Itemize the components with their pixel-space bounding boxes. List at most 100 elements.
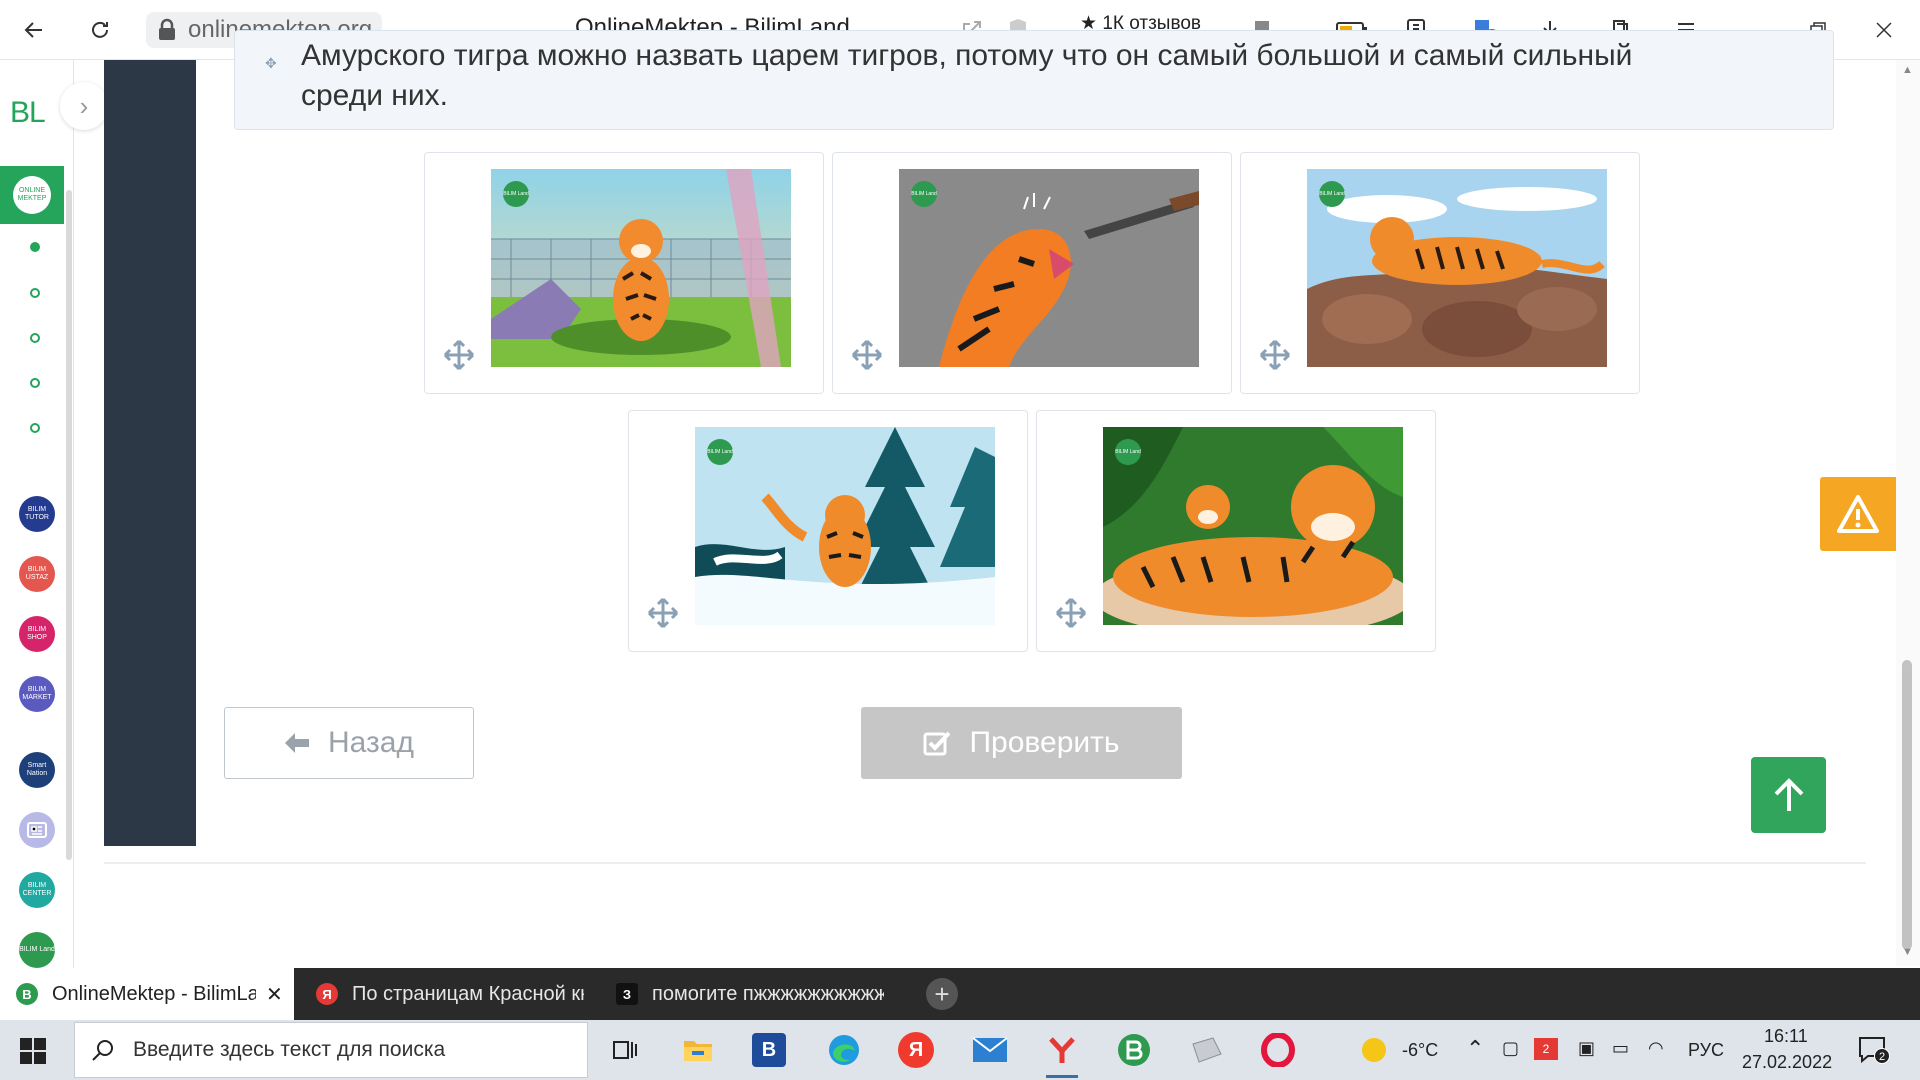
- page-scrollbar[interactable]: ▲ ▼: [1896, 60, 1920, 966]
- input-language[interactable]: РУС: [1688, 1040, 1724, 1061]
- sidebar-app-bilim-land[interactable]: BILIM Land: [19, 932, 55, 968]
- lesson-step-dot[interactable]: [30, 242, 40, 252]
- storage-app-icon[interactable]: [1186, 1030, 1226, 1070]
- opera-icon[interactable]: [1258, 1030, 1298, 1070]
- tab-onlinemektep[interactable]: B OnlineMektep - BilimLand ✕: [0, 968, 294, 1020]
- scrollbar-thumb[interactable]: [1902, 660, 1912, 950]
- image-card-tiger-on-rocks[interactable]: BILIM Land: [1240, 152, 1640, 394]
- tab-label: OnlineMektep - BilimLand: [52, 982, 256, 1005]
- bilimland-watermark: BILIM Land: [1319, 181, 1345, 207]
- statement-text-line2: среди них.: [301, 79, 448, 112]
- lesson-step-dot[interactable]: [30, 423, 40, 433]
- sidebar-app-bilim-shop[interactable]: BILIM SHOP: [19, 616, 55, 652]
- check-button-label: Проверить: [969, 726, 1120, 759]
- lesson-step-dot[interactable]: [30, 288, 40, 298]
- yandex-browser-icon[interactable]: [1042, 1030, 1082, 1078]
- app-sidebar: BL › ONLINE MEKTEP BILIM TUTOR BILIM UST…: [0, 60, 108, 968]
- yandex-app-icon[interactable]: Я: [898, 1032, 934, 1068]
- sidebar-app-bilim-market[interactable]: BILIM MARKET: [19, 676, 55, 712]
- bl-logo[interactable]: BL: [10, 96, 46, 130]
- drag-handle-icon[interactable]: ✥: [265, 55, 277, 72]
- move-icon[interactable]: [1259, 339, 1291, 371]
- bilimland-watermark: BILIM Land: [1115, 439, 1141, 465]
- scroll-down-arrow-icon[interactable]: ▼: [1902, 946, 1913, 958]
- bilimland-watermark: BILIM Land: [503, 181, 529, 207]
- scroll-to-top-button[interactable]: [1751, 757, 1826, 833]
- yandex-favicon: Я: [316, 983, 338, 1005]
- tab-label: По страницам Красной кн: [352, 982, 584, 1005]
- back-button[interactable]: Назад: [224, 707, 474, 779]
- temperature: -6°C: [1402, 1040, 1439, 1060]
- close-tab-icon[interactable]: ✕: [266, 982, 283, 1007]
- search-placeholder: Введите здесь текст для поиска: [133, 1038, 446, 1061]
- bilimland-watermark: BILIM Land: [707, 439, 733, 465]
- back-button-label: Назад: [328, 726, 414, 759]
- clock-time[interactable]: 16:11: [1764, 1026, 1808, 1047]
- warning-icon: [1837, 495, 1879, 533]
- windows-taskbar: Введите здесь текст для поиска B Я -6°C …: [0, 1020, 1920, 1080]
- action-center-icon[interactable]: 2: [1858, 1036, 1890, 1064]
- back-arrow-icon[interactable]: [18, 14, 50, 46]
- move-icon[interactable]: [647, 597, 679, 629]
- tiger-on-rocks-image: BILIM Land: [1307, 169, 1607, 367]
- sidebar-app-smart-nation[interactable]: Smart Nation: [19, 752, 55, 788]
- mail-icon[interactable]: [970, 1030, 1010, 1070]
- sidebar-item-onlinemektep[interactable]: ONLINE MEKTEP: [0, 166, 64, 224]
- lesson-step-dot[interactable]: [30, 378, 40, 388]
- reload-icon[interactable]: [84, 14, 116, 46]
- notifications-app-icon[interactable]: 2: [1534, 1038, 1558, 1060]
- browser-tab-bar: B OnlineMektep - BilimLand ✕ Я По страни…: [0, 968, 1920, 1020]
- tiger-in-zoo-image: BILIM Land: [491, 169, 791, 367]
- edge-browser-icon[interactable]: [824, 1030, 864, 1070]
- sidebar-scrollbar[interactable]: [66, 190, 72, 860]
- statement-card[interactable]: ✥ Амурского тигра можно назвать царем ти…: [234, 30, 1834, 130]
- task-view-icon[interactable]: [604, 1030, 644, 1070]
- move-icon[interactable]: [443, 339, 475, 371]
- znanija-favicon: З: [616, 983, 638, 1005]
- sidebar-expand-chevron-icon[interactable]: ›: [60, 82, 108, 130]
- lesson-step-dot[interactable]: [30, 333, 40, 343]
- report-problem-button[interactable]: [1820, 477, 1896, 551]
- weather-sun-icon[interactable]: [1354, 1030, 1394, 1070]
- new-tab-plus-icon[interactable]: +: [926, 978, 958, 1010]
- bank-app-icon[interactable]: B: [752, 1033, 786, 1067]
- sidebar-app-bilim-center[interactable]: BILIM CENTER: [19, 872, 55, 908]
- check-button[interactable]: Проверить: [861, 707, 1182, 779]
- onlinemektep-logo: ONLINE MEKTEP: [13, 176, 51, 214]
- tray-chevron-up-icon[interactable]: ⌃: [1466, 1036, 1484, 1062]
- image-card-hunted-tiger[interactable]: BILIM Land: [832, 152, 1232, 394]
- bilimland-app-icon[interactable]: [1114, 1030, 1154, 1070]
- close-window-icon[interactable]: [1868, 14, 1900, 46]
- lock-icon: [156, 18, 178, 42]
- image-card-zoo-tiger[interactable]: BILIM Land: [424, 152, 824, 394]
- tab-label: помогите пжжжжжжжжжж: [652, 982, 884, 1005]
- file-explorer-icon[interactable]: [678, 1030, 718, 1070]
- sidebar-app-news-icon[interactable]: [19, 812, 55, 848]
- tiger-in-snow-image: BILIM Land: [695, 427, 995, 625]
- clock-date[interactable]: 27.02.2022: [1742, 1052, 1832, 1073]
- content-divider: [104, 862, 1866, 864]
- bilimland-favicon: B: [16, 983, 38, 1005]
- tab-help[interactable]: З помогите пжжжжжжжжжж: [600, 968, 890, 1020]
- scroll-up-arrow-icon[interactable]: ▲: [1902, 64, 1913, 76]
- tiger-with-cub-image: BILIM Land: [1103, 427, 1403, 625]
- image-card-tiger-in-snow[interactable]: BILIM Land: [628, 410, 1028, 652]
- arrow-left-icon: [285, 733, 310, 753]
- taskbar-search-input[interactable]: Введите здесь текст для поиска: [74, 1022, 588, 1078]
- battery-tray-icon[interactable]: ▭: [1612, 1038, 1629, 1059]
- checkbox-icon: [923, 731, 951, 756]
- windows-start-icon[interactable]: [20, 1038, 46, 1064]
- sidebar-app-bilim-ustaz[interactable]: BILIM USTAZ: [19, 556, 55, 592]
- statement-text-line1: Амурского тигра можно назвать царем тигр…: [301, 39, 1633, 72]
- image-card-tiger-family[interactable]: BILIM Land: [1036, 410, 1436, 652]
- browser-window: onlinemektep.org OnlineMektep - BilimLan…: [0, 0, 1920, 1080]
- meet-now-icon[interactable]: ▢: [1502, 1038, 1519, 1059]
- sidebar-app-bilim-tutor[interactable]: BILIM TUTOR: [19, 496, 55, 532]
- wifi-icon[interactable]: ◠: [1648, 1038, 1664, 1059]
- move-icon[interactable]: [1055, 597, 1087, 629]
- tab-red-book[interactable]: Я По страницам Красной кн: [300, 968, 590, 1020]
- display-icon[interactable]: ▣: [1578, 1038, 1595, 1059]
- tiger-and-rifle-image: BILIM Land: [899, 169, 1199, 367]
- move-icon[interactable]: [851, 339, 883, 371]
- search-icon: [92, 1040, 113, 1061]
